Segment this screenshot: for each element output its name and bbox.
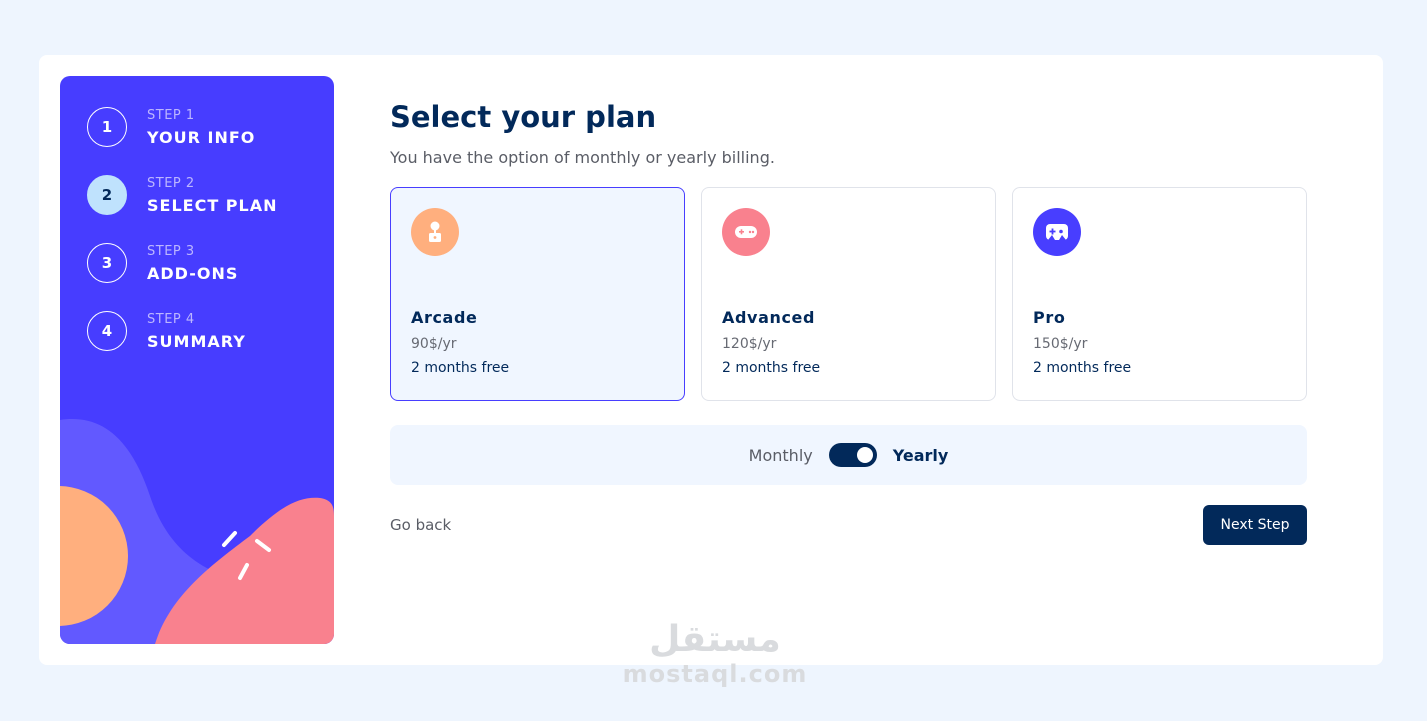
plan-free-months: 2 months free bbox=[722, 360, 821, 376]
main-content: Select your plan You have the option of … bbox=[390, 55, 1307, 665]
step-3[interactable]: 3 STEP 3 ADD-ONS bbox=[87, 243, 238, 283]
plan-price: 120$/yr bbox=[722, 336, 777, 352]
step-4[interactable]: 4 STEP 4 SUMMARY bbox=[87, 311, 246, 351]
watermark: مستقل mostaql.com bbox=[600, 619, 830, 689]
plan-card-pro[interactable]: Pro 150$/yr 2 months free bbox=[1012, 187, 1307, 401]
sidebar-decoration bbox=[60, 419, 334, 644]
go-back-link[interactable]: Go back bbox=[390, 516, 451, 534]
gamepad-icon bbox=[722, 208, 770, 256]
step-label: STEP 2 bbox=[147, 175, 195, 191]
yearly-label[interactable]: Yearly bbox=[893, 446, 949, 465]
form-card: 1 STEP 1 YOUR INFO 2 STEP 2 SELECT PLAN … bbox=[39, 55, 1383, 665]
step-number: 1 bbox=[87, 107, 127, 147]
plan-price: 150$/yr bbox=[1033, 336, 1088, 352]
page-title: Select your plan bbox=[390, 100, 657, 134]
step-title: SELECT PLAN bbox=[147, 195, 278, 215]
plan-name: Advanced bbox=[722, 308, 816, 327]
billing-toggle[interactable] bbox=[828, 443, 877, 467]
step-label: STEP 3 bbox=[147, 243, 195, 259]
step-label: STEP 4 bbox=[147, 311, 195, 327]
step-2[interactable]: 2 STEP 2 SELECT PLAN bbox=[87, 175, 278, 215]
plan-card-advanced[interactable]: Advanced 120$/yr 2 months free bbox=[701, 187, 996, 401]
plan-free-months: 2 months free bbox=[1033, 360, 1132, 376]
sidebar: 1 STEP 1 YOUR INFO 2 STEP 2 SELECT PLAN … bbox=[60, 76, 334, 644]
joystick-icon bbox=[411, 208, 459, 256]
plan-card-arcade[interactable]: Arcade 90$/yr 2 months free bbox=[390, 187, 685, 401]
step-title: SUMMARY bbox=[147, 331, 246, 351]
step-1[interactable]: 1 STEP 1 YOUR INFO bbox=[87, 107, 255, 147]
plan-price: 90$/yr bbox=[411, 336, 457, 352]
plan-name: Pro bbox=[1033, 308, 1066, 327]
plan-name: Arcade bbox=[411, 308, 478, 327]
toggle-knob bbox=[856, 447, 873, 463]
billing-toggle-bar: Monthly Yearly bbox=[390, 425, 1307, 485]
watermark-latin: mostaql.com bbox=[622, 660, 808, 688]
step-number: 4 bbox=[87, 311, 127, 351]
controller-icon bbox=[1033, 208, 1081, 256]
plan-free-months: 2 months free bbox=[411, 360, 510, 376]
step-title: YOUR INFO bbox=[147, 127, 256, 147]
page-subtitle: You have the option of monthly or yearly… bbox=[390, 148, 775, 167]
next-step-button[interactable]: Next Step bbox=[1203, 505, 1307, 545]
step-number: 2 bbox=[87, 175, 127, 215]
step-number: 3 bbox=[87, 243, 127, 283]
watermark-arabic: مستقل bbox=[649, 619, 781, 660]
step-label: STEP 1 bbox=[147, 107, 195, 123]
step-title: ADD-ONS bbox=[147, 263, 239, 283]
monthly-label[interactable]: Monthly bbox=[749, 446, 813, 465]
